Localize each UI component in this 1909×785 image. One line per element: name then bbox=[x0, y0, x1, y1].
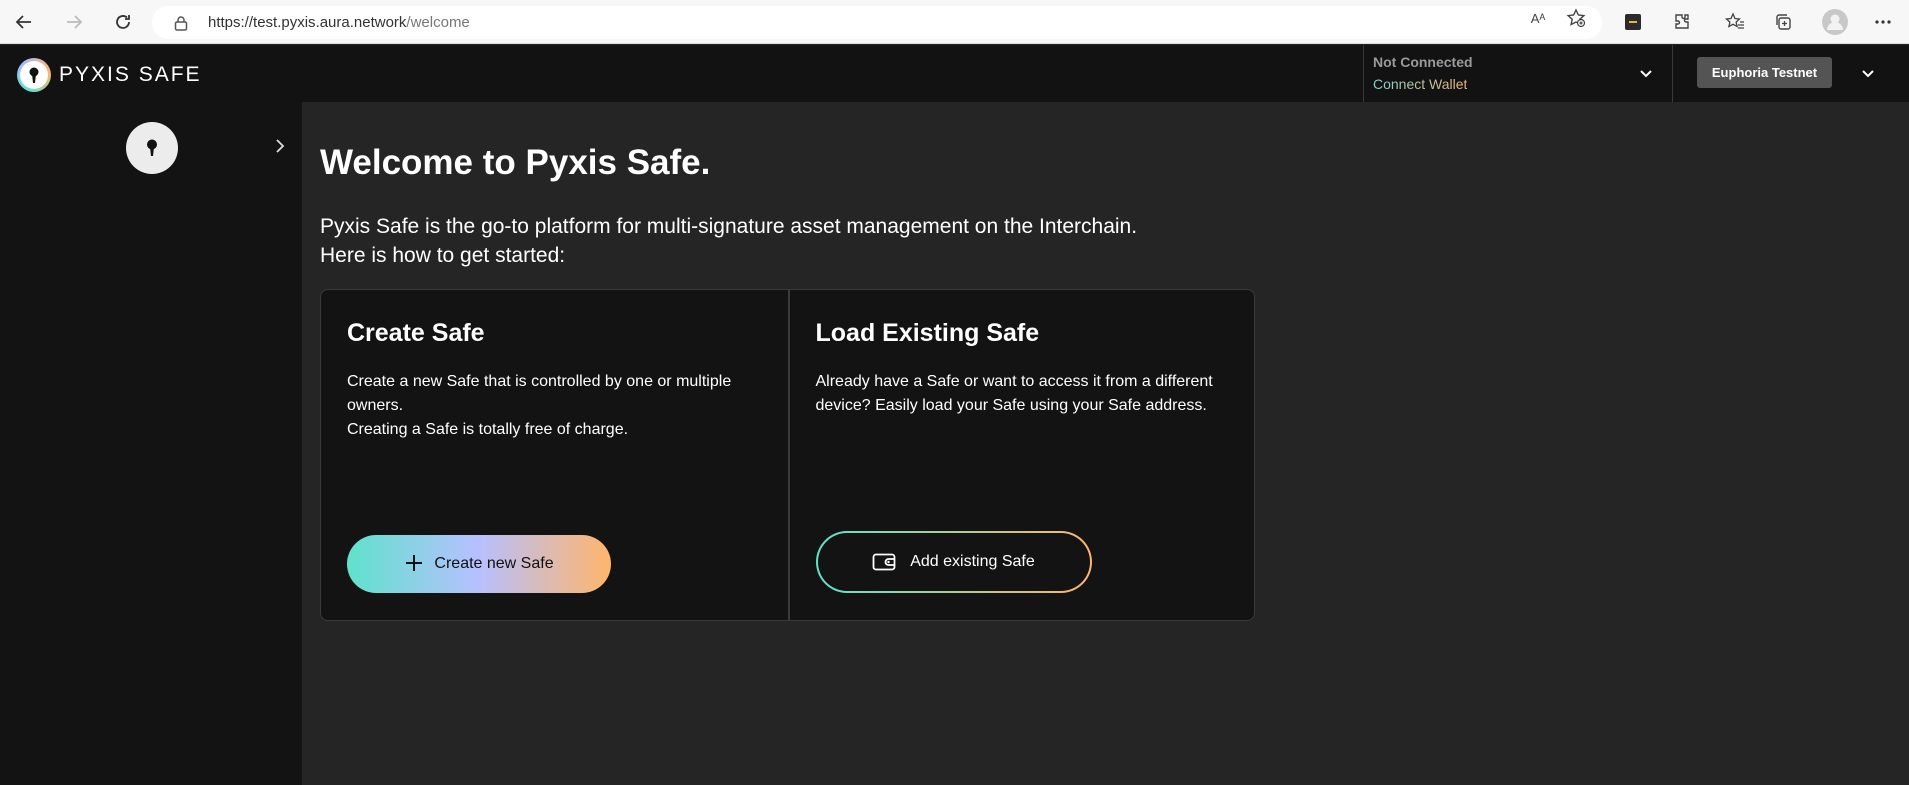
network-chevron-down-icon[interactable] bbox=[1860, 65, 1876, 86]
intro-line-1: Pyxis Safe is the go-to platform for mul… bbox=[320, 215, 1138, 238]
app-header: PYXIS SAFE Not Connected Connect Wallet … bbox=[0, 45, 1909, 102]
logo[interactable]: PYXIS SAFE bbox=[17, 58, 202, 92]
create-safe-description: Create a new Safe that is controlled by … bbox=[347, 370, 757, 442]
create-safe-title: Create Safe bbox=[347, 319, 485, 347]
intro-text: Pyxis Safe is the go-to platform for mul… bbox=[320, 212, 1137, 270]
create-safe-desc-line-1: Create a new Safe that is controlled by … bbox=[347, 373, 732, 414]
lock-icon[interactable] bbox=[174, 15, 188, 36]
add-existing-safe-label: Add existing Safe bbox=[910, 553, 1035, 570]
network-selector-button[interactable]: Euphoria Testnet bbox=[1697, 57, 1832, 88]
safe-avatar[interactable] bbox=[126, 122, 178, 174]
sidebar-expand-chevron-icon[interactable] bbox=[274, 138, 286, 159]
wallet-icon bbox=[872, 553, 896, 571]
back-icon[interactable] bbox=[10, 8, 38, 36]
address-bar[interactable]: https://test.pyxis.aura.network/welcome bbox=[152, 6, 1602, 39]
keyhole-logo-icon bbox=[17, 58, 51, 92]
read-aloud-label: Aᴬ bbox=[1530, 10, 1546, 26]
extension-icon[interactable] bbox=[1621, 10, 1645, 34]
profile-avatar-icon[interactable] bbox=[1821, 8, 1849, 36]
intro-line-2: Here is how to get started: bbox=[320, 244, 566, 267]
load-safe-card: Load Existing Safe Already have a Safe o… bbox=[787, 290, 1255, 620]
favorites-icon[interactable] bbox=[1723, 10, 1747, 34]
options-panel: Create Safe Create a new Safe that is co… bbox=[320, 289, 1255, 621]
page-title: Welcome to Pyxis Safe. bbox=[320, 143, 711, 182]
add-favorite-icon[interactable] bbox=[1566, 8, 1586, 28]
load-safe-title: Load Existing Safe bbox=[815, 319, 1040, 347]
create-new-safe-button[interactable]: Create new Safe bbox=[347, 535, 611, 593]
read-aloud-icon[interactable]: Aᴬ bbox=[1528, 8, 1548, 28]
collections-icon[interactable] bbox=[1771, 10, 1795, 34]
url-host: https://test.pyxis.aura.network bbox=[208, 14, 407, 31]
url-text[interactable]: https://test.pyxis.aura.network/welcome bbox=[208, 14, 470, 31]
plus-icon bbox=[404, 551, 424, 577]
connect-wallet-link[interactable]: Connect Wallet bbox=[1373, 76, 1467, 92]
create-safe-desc-line-2: Creating a Safe is totally free of charg… bbox=[347, 421, 629, 438]
more-menu-icon[interactable] bbox=[1871, 10, 1895, 34]
wallet-status: Not Connected bbox=[1373, 54, 1473, 70]
add-existing-safe-button[interactable]: Add existing Safe bbox=[815, 531, 1092, 593]
sidebar bbox=[0, 102, 302, 785]
load-safe-description: Already have a Safe or want to access it… bbox=[815, 373, 1213, 414]
main-content: Welcome to Pyxis Safe. Pyxis Safe is the… bbox=[302, 102, 1909, 785]
extensions-puzzle-icon[interactable] bbox=[1670, 10, 1694, 34]
forward-icon[interactable] bbox=[60, 8, 88, 36]
keyhole-icon bbox=[147, 139, 157, 156]
create-new-safe-label: Create new Safe bbox=[434, 555, 554, 572]
logo-text: PYXIS SAFE bbox=[59, 63, 202, 86]
url-path: /welcome bbox=[406, 14, 470, 31]
refresh-icon[interactable] bbox=[109, 8, 137, 36]
create-safe-card: Create Safe Create a new Safe that is co… bbox=[321, 290, 788, 620]
browser-toolbar: https://test.pyxis.aura.network/welcome … bbox=[0, 0, 1909, 44]
wallet-dropdown[interactable]: Not Connected Connect Wallet bbox=[1363, 45, 1673, 102]
chevron-down-icon[interactable] bbox=[1638, 65, 1654, 86]
